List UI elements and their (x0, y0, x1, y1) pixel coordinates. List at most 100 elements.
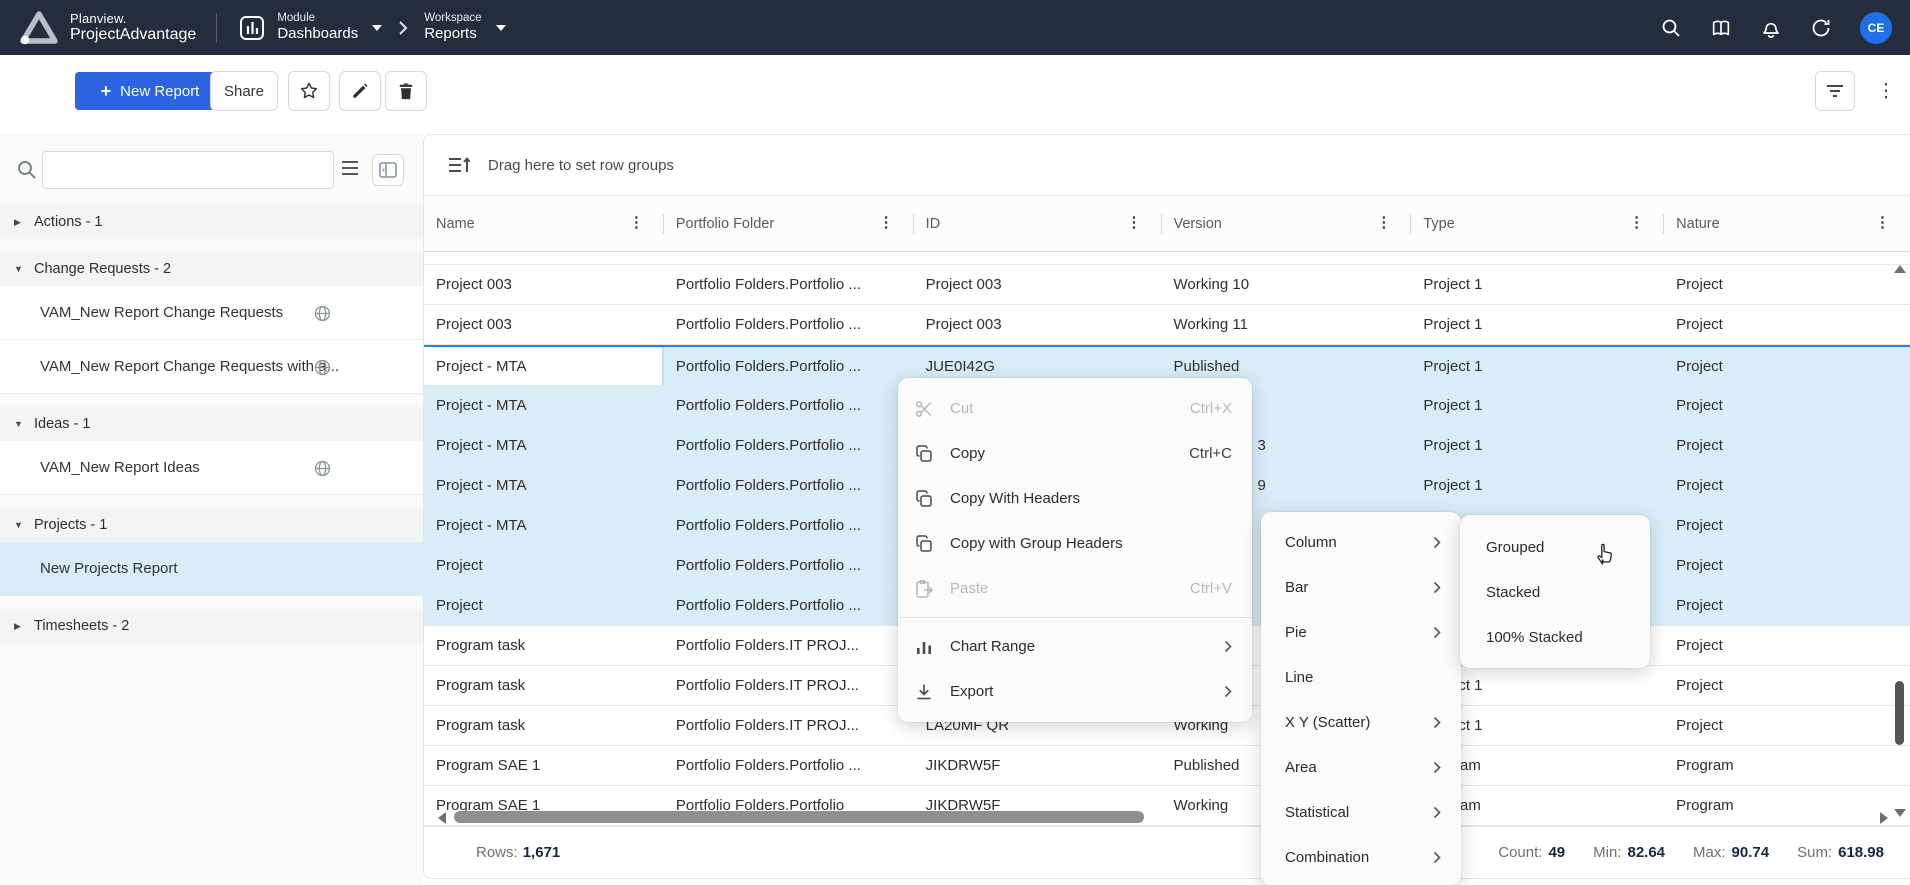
more-options-button[interactable]: ⋮ (1868, 71, 1904, 111)
column-menu-item-100-stacked[interactable]: 100% Stacked (1460, 615, 1650, 660)
chart-menu-item-pie[interactable]: Pie (1261, 610, 1461, 655)
grid-cell-portfolio-folder[interactable]: Portfolio Folders.Portfolio ... (664, 347, 914, 385)
column-header-type[interactable]: Type⋮ (1411, 196, 1664, 251)
grid-cell-name[interactable]: Project 003 (424, 305, 664, 344)
table-row[interactable]: Project 003Portfolio Folders.Portfolio .… (424, 305, 1910, 345)
column-header-id[interactable]: ID⋮ (914, 196, 1162, 251)
menu-item-copy-with-group-headers[interactable]: Copy with Group Headers (898, 521, 1252, 566)
grid-cell-type[interactable]: Project 1 (1411, 265, 1664, 304)
menu-item-chart-range[interactable]: Chart Range (898, 624, 1252, 669)
grid-cell-portfolio-folder[interactable]: Portfolio Folders.Portfolio ... (664, 265, 914, 304)
grid-cell-nature[interactable]: Project (1664, 506, 1910, 545)
grid-cell-portfolio-folder[interactable]: Portfolio Folders.Portfolio ... (664, 746, 914, 785)
scroll-right-arrow-icon[interactable] (1880, 812, 1888, 824)
grid-cell-type[interactable]: Project 1 (1411, 305, 1664, 344)
horizontal-scroll-thumb[interactable] (454, 811, 1144, 823)
grid-cell-nature[interactable]: Project (1664, 706, 1910, 745)
nav-module-dashboards[interactable]: Module Dashboards (237, 12, 382, 42)
grid-cell-name[interactable]: Project - MTA (424, 426, 664, 465)
sidebar-item-new-projects-report[interactable]: New Projects Report (0, 542, 423, 596)
grid-cell-nature[interactable]: Project (1664, 586, 1910, 625)
column-menu-icon[interactable]: ⋮ (1875, 213, 1890, 231)
refresh-icon[interactable] (1810, 17, 1832, 39)
grid-cell-name[interactable]: Program task (424, 666, 664, 705)
grid-cell-name[interactable]: Project 003 (424, 265, 664, 304)
filter-button[interactable] (1815, 71, 1855, 111)
column-header-version[interactable]: Version⋮ (1162, 196, 1412, 251)
sidebar-group-change-requests-2[interactable]: ▼Change Requests - 2 (0, 252, 423, 286)
table-row[interactable]: Project 003Portfolio Folders.Portfolio .… (424, 265, 1910, 305)
grid-cell-name[interactable]: Program task (424, 626, 664, 665)
share-button[interactable]: Share (210, 71, 278, 111)
table-row[interactable]: Program SAE 1Portfolio Folders.Portfolio… (424, 746, 1910, 786)
grid-cell-portfolio-folder[interactable]: Portfolio Folders.Portfolio ... (664, 586, 914, 625)
menu-icon[interactable] (341, 160, 359, 181)
grid-cell-nature[interactable]: Project (1664, 426, 1910, 465)
grid-cell-name[interactable]: Project - MTA (424, 386, 664, 425)
grid-cell-portfolio-folder[interactable]: Portfolio Folders.Portfolio ... (664, 466, 914, 505)
grid-cell-nature[interactable]: Project (1664, 265, 1910, 304)
new-report-button[interactable]: + New Report (75, 72, 225, 110)
edit-button[interactable] (339, 71, 381, 111)
collapse-panel-button[interactable] (372, 154, 404, 186)
chart-menu-item-combination[interactable]: Combination (1261, 835, 1461, 880)
nav-workspace-reports[interactable]: Workspace Reports (424, 12, 505, 42)
grid-cell-type[interactable]: Project 1 (1411, 466, 1664, 505)
grid-cell-version[interactable]: Working 10 (1162, 265, 1412, 304)
bell-icon[interactable] (1760, 17, 1782, 39)
chart-menu-item-line[interactable]: Line (1261, 655, 1461, 700)
sidebar-search-input[interactable] (42, 151, 334, 189)
sidebar-item-vam-new-report-change-requests-with-a[interactable]: VAM_New Report Change Requests with a... (0, 340, 423, 394)
grid-cell-portfolio-folder[interactable]: Portfolio Folders.IT PROJ... (664, 626, 914, 665)
grid-cell-portfolio-folder[interactable]: Portfolio Folders.Portfolio ... (664, 546, 914, 585)
scroll-left-arrow-icon[interactable] (438, 812, 446, 824)
grid-cell-name[interactable]: Project - MTA (424, 466, 664, 505)
chart-menu-item-area[interactable]: Area (1261, 745, 1461, 790)
sidebar-item-vam-new-report-ideas[interactable]: VAM_New Report Ideas (0, 441, 423, 495)
grid-cell-type[interactable]: Project 1 (1411, 426, 1664, 465)
scroll-down-arrow-icon[interactable] (1894, 809, 1906, 817)
grid-cell-nature[interactable]: Program (1664, 746, 1910, 785)
column-header-nature[interactable]: Nature⋮ (1664, 196, 1910, 251)
grid-cell-name[interactable]: Program task (424, 706, 664, 745)
avatar[interactable]: CE (1860, 12, 1892, 44)
horizontal-scrollbar[interactable] (432, 809, 1892, 825)
vertical-scroll-thumb[interactable] (1895, 681, 1904, 745)
grid-cell-type[interactable]: Project 1 (1411, 386, 1664, 425)
column-header-name[interactable]: Name⋮ (424, 196, 664, 251)
column-header-portfolio-folder[interactable]: Portfolio Folder⋮ (664, 196, 914, 251)
grid-cell-portfolio-folder[interactable]: Portfolio Folders.Portfolio ... (664, 386, 914, 425)
favorite-button[interactable] (288, 71, 330, 111)
grid-cell-portfolio-folder[interactable]: Portfolio Folders.IT PROJ... (664, 666, 914, 705)
column-menu-item-stacked[interactable]: Stacked (1460, 570, 1650, 615)
search-icon[interactable] (1660, 17, 1682, 39)
grid-cell-nature[interactable]: Project (1664, 546, 1910, 585)
book-icon[interactable] (1710, 17, 1732, 39)
chart-menu-item-x-y-scatter[interactable]: X Y (Scatter) (1261, 700, 1461, 745)
menu-item-copy[interactable]: CopyCtrl+C (898, 431, 1252, 476)
menu-item-export[interactable]: Export (898, 669, 1252, 714)
grid-cell-nature[interactable]: Project (1664, 347, 1910, 385)
chart-menu-item-statistical[interactable]: Statistical (1261, 790, 1461, 835)
chart-menu-item-bar[interactable]: Bar (1261, 565, 1461, 610)
grid-cell-name[interactable]: Project - MTA (424, 347, 664, 385)
grid-cell-portfolio-folder[interactable]: Portfolio Folders.Portfolio ... (664, 305, 914, 344)
row-group-dropzone[interactable]: Drag here to set row groups (424, 135, 1910, 196)
grid-cell-portfolio-folder[interactable]: Portfolio Folders.Portfolio ... (664, 426, 914, 465)
grid-cell-nature[interactable]: Project (1664, 466, 1910, 505)
grid-cell-name[interactable]: Project (424, 546, 664, 585)
grid-cell-id[interactable]: Project 003 (914, 265, 1162, 304)
column-menu-icon[interactable]: ⋮ (879, 213, 894, 231)
sidebar-item-vam-new-report-change-requests[interactable]: VAM_New Report Change Requests (0, 286, 423, 340)
grid-cell-id[interactable]: Project 003 (914, 305, 1162, 344)
grid-cell-id[interactable]: JIKDRW5F (914, 746, 1162, 785)
grid-cell-version[interactable]: Working 11 (1162, 305, 1412, 344)
sidebar-group-projects-1[interactable]: ▼Projects - 1 (0, 508, 423, 542)
planview-logo[interactable]: Planview. ProjectAdvantage (18, 9, 196, 47)
sidebar-group-timesheets-2[interactable]: ▶Timesheets - 2 (0, 609, 423, 643)
grid-cell-portfolio-folder[interactable]: Portfolio Folders.Portfolio ... (664, 506, 914, 545)
grid-cell-nature[interactable]: Project (1664, 666, 1910, 705)
column-menu-icon[interactable]: ⋮ (1127, 213, 1142, 231)
column-menu-icon[interactable]: ⋮ (1376, 213, 1391, 231)
grid-cell-nature[interactable]: Project (1664, 305, 1910, 344)
